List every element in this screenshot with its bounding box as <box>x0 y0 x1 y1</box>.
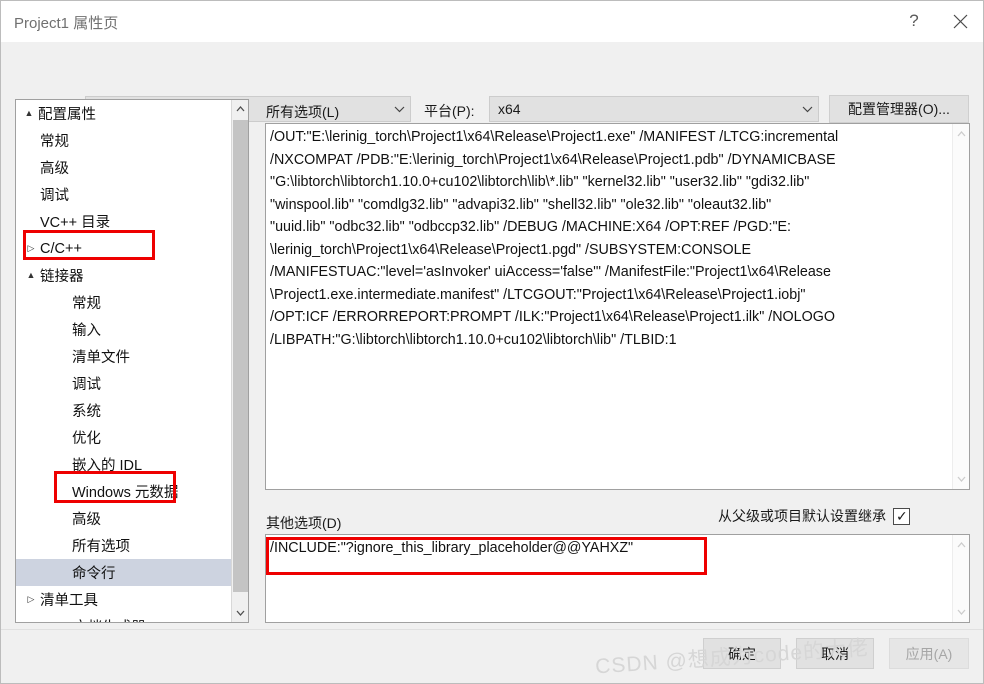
all-options-label: 所有选项(L) <box>266 104 340 120</box>
tree-item[interactable]: ▲ 链接器 <box>16 262 233 289</box>
tree-item-label: 清单文件 <box>72 350 130 366</box>
tree-item-label: 输入 <box>72 323 101 339</box>
tree-item-label: VC++ 目录 <box>40 215 111 231</box>
tree-item-label: 优化 <box>72 431 101 447</box>
all-options-textarea[interactable]: /OUT:"E:\lerinig_torch\Project1\x64\Rele… <box>265 123 970 490</box>
footer-divider <box>1 629 983 630</box>
other-options-textarea[interactable]: /INCLUDE:"?ignore_this_library_placehold… <box>265 534 970 623</box>
collapsed-arrow-icon[interactable]: ▷ <box>24 595 38 604</box>
tree-item-label: 配置属性 <box>38 107 96 123</box>
help-glyph: ? <box>909 11 919 30</box>
title-bar: Project1 属性页 ? <box>1 1 983 42</box>
tree-item-label: 常规 <box>72 296 101 312</box>
all-options-text: /OUT:"E:\lerinig_torch\Project1\x64\Rele… <box>270 129 839 348</box>
tree-item[interactable]: 高级 <box>16 505 233 532</box>
tree-item[interactable]: VC++ 目录 <box>16 208 233 235</box>
inherit-from-parent-row[interactable]: 从父级或项目默认设置继承 ✓ <box>718 506 910 526</box>
tree-scrollbar-thumb[interactable] <box>233 120 248 592</box>
collapsed-arrow-icon[interactable]: ▷ <box>28 622 35 623</box>
apply-button: 应用(A) <box>889 638 969 669</box>
tree-item[interactable]: ▷XML 文档生成器 <box>16 613 233 623</box>
tree-item-label: 所有选项 <box>72 539 130 555</box>
scroll-down-icon[interactable] <box>232 604 248 622</box>
tree-item[interactable]: 高级 <box>16 154 233 181</box>
cancel-button[interactable]: 取消 <box>796 638 874 669</box>
tree-item-label: 嵌入的 IDL <box>72 458 143 474</box>
tree-item[interactable]: 常规 <box>16 289 233 316</box>
tree-item-label: 高级 <box>72 512 101 528</box>
tree-item[interactable]: 清单文件 <box>16 343 233 370</box>
window-title: Project1 属性页 <box>14 15 119 32</box>
checkmark-icon: ✓ <box>896 507 908 524</box>
tree-scrollbar[interactable] <box>231 100 248 622</box>
close-icon[interactable] <box>937 1 983 41</box>
tree-item-label: 清单工具 <box>40 593 98 609</box>
property-tree: ▲ 配置属性 常规 高级 调试 VC++ 目录 ▷ C/C++ ▲ 链接器 常规 输入 清单文件 调试 系统… <box>16 100 233 622</box>
tree-item-label: XML 文档生成器 <box>38 616 146 622</box>
tree-item-label: 调试 <box>72 377 101 393</box>
scroll-down-icon[interactable] <box>953 470 969 488</box>
other-options-label: 其他选项(D) <box>266 515 342 531</box>
configuration-manager-button[interactable]: 配置管理器(O)... <box>829 95 969 123</box>
platform-label: 平台(P): <box>424 103 475 119</box>
expanded-arrow-icon[interactable]: ▲ <box>24 271 38 280</box>
tree-item[interactable]: 常规 <box>16 127 233 154</box>
all-options-scrollbar[interactable] <box>952 124 969 489</box>
tree-item-label: C/C++ <box>40 240 82 257</box>
tree-item-label: 高级 <box>40 161 69 177</box>
tree-item[interactable]: Windows 元数据 <box>16 478 233 505</box>
platform-value: x64 <box>498 101 521 117</box>
scroll-up-icon[interactable] <box>232 100 248 118</box>
properties-dialog: Project1 属性页 ? 配置(C): Release 平台(P): x64 <box>0 0 984 684</box>
scroll-up-icon[interactable] <box>953 536 969 554</box>
ok-button[interactable]: 确定 <box>703 638 781 669</box>
property-tree-panel: ▲ 配置属性 常规 高级 调试 VC++ 目录 ▷ C/C++ ▲ 链接器 常规 输入 清单文件 调试 系统… <box>15 99 249 623</box>
scroll-up-icon[interactable] <box>953 125 969 143</box>
collapsed-arrow-icon[interactable]: ▷ <box>24 244 38 253</box>
tree-item[interactable]: ▷ C/C++ <box>16 235 233 262</box>
tree-item[interactable]: 嵌入的 IDL <box>16 451 233 478</box>
tree-item[interactable]: 输入 <box>16 316 233 343</box>
tree-item[interactable]: 调试 <box>16 181 233 208</box>
tree-item[interactable]: ▷ 清单工具 <box>16 586 233 613</box>
tree-item-label: 调试 <box>40 188 69 204</box>
tree-item[interactable]: 命令行 <box>16 559 233 586</box>
tree-item[interactable]: 系统 <box>16 397 233 424</box>
inherit-label: 从父级或项目默认设置继承 <box>718 508 886 524</box>
tree-item[interactable]: ▲ 配置属性 <box>16 100 233 127</box>
close-glyph <box>953 14 967 28</box>
expanded-arrow-icon[interactable]: ▲ <box>22 109 36 118</box>
configuration-toolbar: 配置(C): Release 平台(P): x64 配置管理器(O)... <box>1 42 983 123</box>
tree-item[interactable]: 优化 <box>16 424 233 451</box>
tree-item[interactable]: 调试 <box>16 370 233 397</box>
help-icon[interactable]: ? <box>891 1 937 41</box>
other-options-text: /INCLUDE:"?ignore_this_library_placehold… <box>270 540 634 556</box>
other-options-scrollbar[interactable] <box>952 535 969 622</box>
chevron-down-icon <box>388 106 410 113</box>
tree-item[interactable]: 所有选项 <box>16 532 233 559</box>
inherit-checkbox[interactable]: ✓ <box>893 507 910 525</box>
tree-item-label: 常规 <box>40 134 69 150</box>
tree-item-label: 链接器 <box>40 269 84 285</box>
chevron-down-icon <box>796 106 818 113</box>
tree-item-label: 系统 <box>72 404 101 420</box>
tree-item-label: 命令行 <box>72 566 116 582</box>
scroll-down-icon[interactable] <box>953 603 969 621</box>
tree-item-label: Windows 元数据 <box>72 485 179 501</box>
platform-dropdown[interactable]: x64 <box>489 96 819 122</box>
